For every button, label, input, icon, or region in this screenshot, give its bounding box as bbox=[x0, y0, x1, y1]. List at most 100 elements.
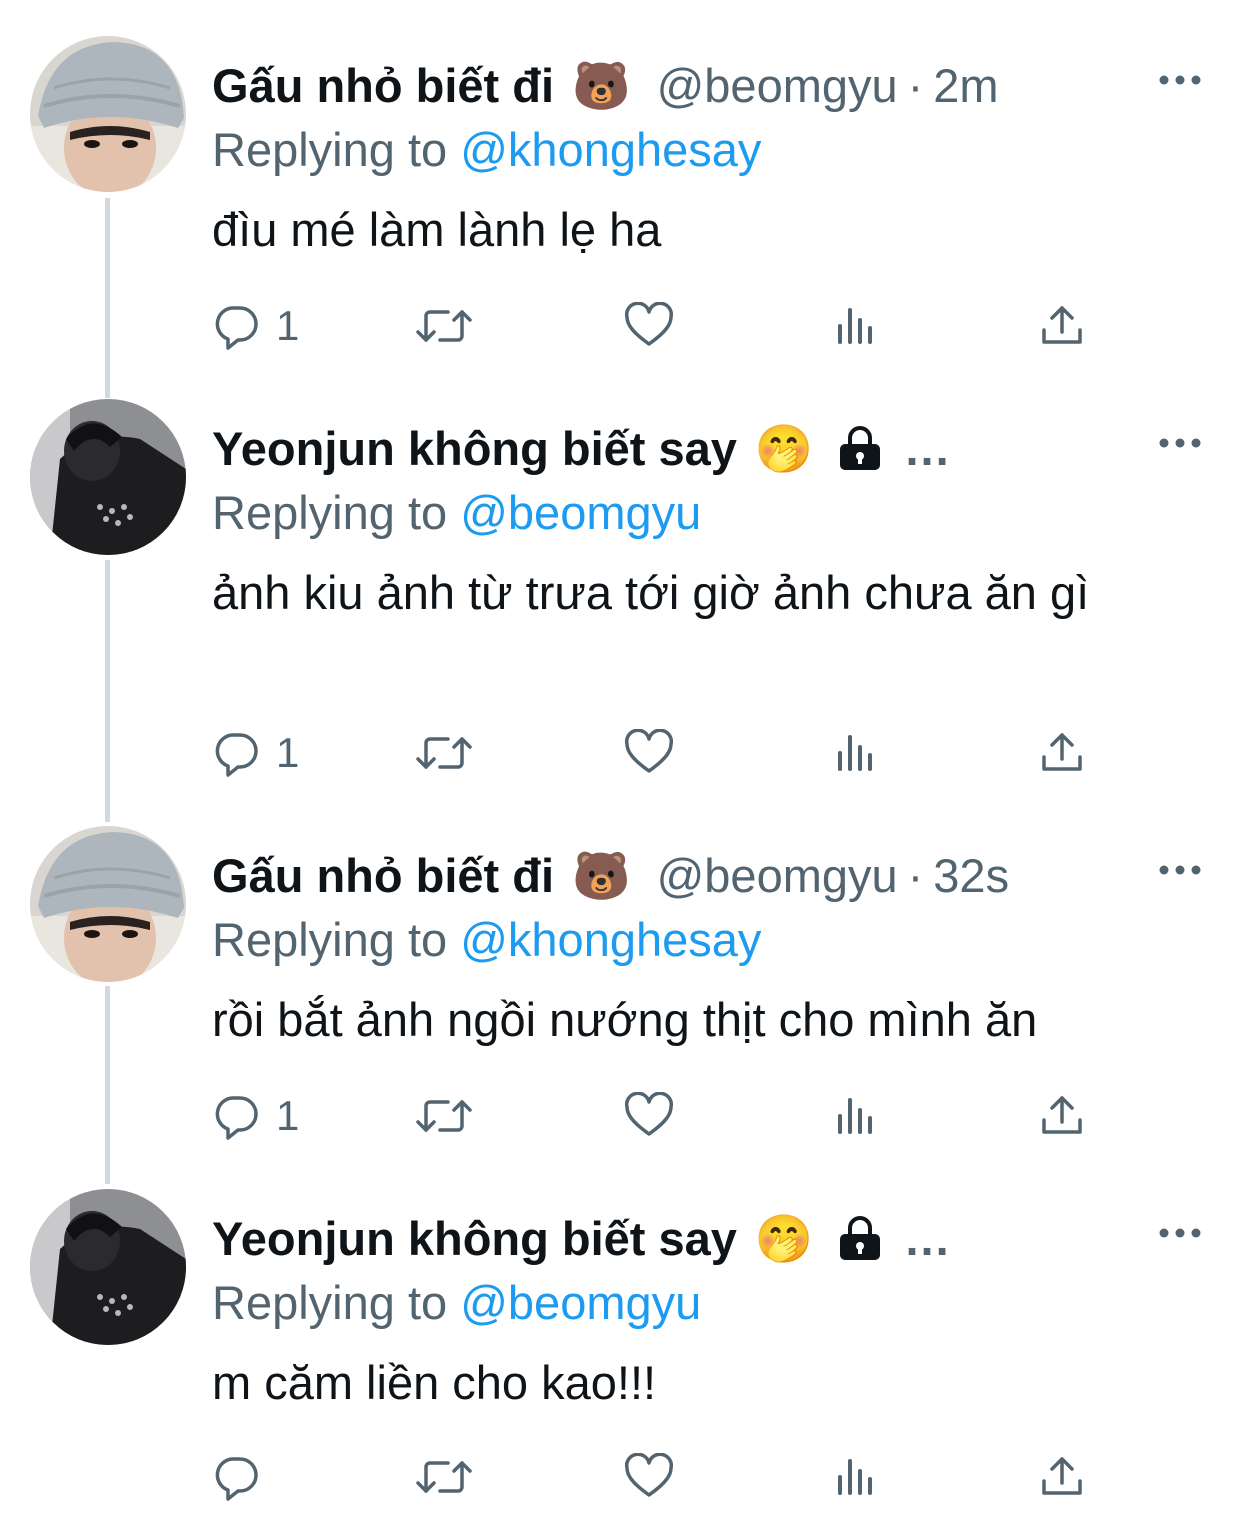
mention-link[interactable]: @beomgyu bbox=[460, 486, 701, 539]
name-truncation: ... bbox=[905, 422, 951, 475]
tweet[interactable]: Yeonjun không biết say 🤭 ... Replying to… bbox=[0, 1189, 1242, 1509]
tweet-header: Yeonjun không biết say 🤭 ... bbox=[212, 1207, 951, 1271]
tweet-text: m căm liền cho kao!!! bbox=[212, 1356, 657, 1409]
views-icon bbox=[838, 308, 872, 344]
avatar[interactable] bbox=[30, 36, 186, 192]
mention-link[interactable]: @beomgyu bbox=[460, 1276, 701, 1329]
user-handle[interactable]: @beomgyu bbox=[657, 54, 898, 118]
replying-to: Replying to @khonghesay bbox=[212, 118, 761, 182]
share-button[interactable] bbox=[1040, 1449, 1084, 1505]
display-name[interactable]: Gấu nhỏ biết đi bbox=[212, 54, 554, 118]
lock-icon bbox=[835, 424, 885, 474]
replying-label: Replying to bbox=[212, 486, 448, 539]
reply-icon bbox=[215, 1457, 258, 1501]
mention-link[interactable]: @khonghesay bbox=[460, 913, 761, 966]
action-bar: 1 bbox=[212, 298, 1112, 354]
tweet-header: Gấu nhỏ biết đi 🐻 @beomgyu · 32s bbox=[212, 844, 1009, 908]
retweet-button[interactable] bbox=[414, 725, 474, 781]
like-button[interactable] bbox=[624, 1449, 674, 1505]
replying-label: Replying to bbox=[212, 123, 448, 176]
avatar[interactable] bbox=[30, 1189, 186, 1345]
share-icon bbox=[1042, 1096, 1082, 1134]
avatar[interactable] bbox=[30, 826, 186, 982]
display-name[interactable]: Yeonjun không biết say bbox=[212, 1207, 737, 1271]
reply-count: 1 bbox=[276, 1092, 300, 1139]
like-icon bbox=[624, 1453, 674, 1497]
face-hand-over-mouth-emoji-icon: 🤭 bbox=[754, 1212, 814, 1265]
share-button[interactable] bbox=[1040, 725, 1084, 781]
share-button[interactable] bbox=[1040, 298, 1084, 354]
views-button[interactable] bbox=[834, 298, 878, 354]
views-button[interactable] bbox=[834, 1449, 878, 1505]
retweet-icon bbox=[416, 1461, 472, 1493]
share-icon bbox=[1042, 733, 1082, 771]
share-button[interactable] bbox=[1040, 1088, 1084, 1144]
reply-button[interactable]: 1 bbox=[212, 725, 299, 781]
mention-link[interactable]: @khonghesay bbox=[460, 123, 761, 176]
avatar-dark-photo bbox=[30, 1189, 186, 1345]
avatar-beanie-photo bbox=[30, 826, 186, 982]
retweet-button[interactable] bbox=[414, 298, 474, 354]
tweet-header: Yeonjun không biết say 🤭 ... bbox=[212, 417, 951, 481]
like-icon bbox=[624, 1092, 674, 1136]
replying-label: Replying to bbox=[212, 913, 448, 966]
views-icon bbox=[838, 1098, 872, 1134]
reply-button[interactable]: 1 bbox=[212, 298, 299, 354]
retweet-button[interactable] bbox=[414, 1449, 474, 1505]
timestamp[interactable]: 32s bbox=[933, 844, 1009, 908]
like-icon bbox=[624, 729, 674, 773]
display-name[interactable]: Yeonjun không biết say bbox=[212, 417, 737, 481]
tweet-text: ảnh kiu ảnh từ trưa tới giờ ảnh chưa ăn … bbox=[212, 566, 1090, 619]
retweet-icon bbox=[416, 737, 472, 769]
retweet-button[interactable] bbox=[414, 1088, 474, 1144]
retweet-icon bbox=[416, 310, 472, 342]
display-name[interactable]: Gấu nhỏ biết đi bbox=[212, 844, 554, 908]
timestamp[interactable]: 2m bbox=[933, 54, 998, 118]
separator-dot: · bbox=[907, 59, 924, 112]
more-options-icon[interactable] bbox=[1158, 433, 1202, 453]
replying-label: Replying to bbox=[212, 1276, 448, 1329]
user-handle[interactable]: @beomgyu bbox=[657, 844, 898, 908]
views-button[interactable] bbox=[834, 725, 878, 781]
retweet-icon bbox=[416, 1100, 472, 1132]
action-bar: 1 bbox=[212, 725, 1112, 781]
replying-to: Replying to @beomgyu bbox=[212, 1271, 701, 1335]
reply-button[interactable]: 1 bbox=[212, 1088, 299, 1144]
reply-icon bbox=[215, 306, 258, 350]
avatar[interactable] bbox=[30, 399, 186, 555]
replying-to: Replying to @khonghesay bbox=[212, 908, 761, 972]
tweet[interactable]: Gấu nhỏ biết đi 🐻 @beomgyu · 32s Replyin… bbox=[0, 826, 1242, 1156]
tweet-text: rồi bắt ảnh ngồi nướng thịt cho mình ăn bbox=[212, 993, 1038, 1046]
tweet[interactable]: Yeonjun không biết say 🤭 ... Replying to… bbox=[0, 399, 1242, 789]
like-button[interactable] bbox=[624, 725, 674, 781]
reply-icon bbox=[215, 733, 258, 777]
avatar-beanie-photo bbox=[30, 36, 186, 192]
reply-icon bbox=[215, 1096, 258, 1140]
reply-count: 1 bbox=[276, 729, 300, 776]
share-icon bbox=[1042, 1457, 1082, 1495]
more-options-icon[interactable] bbox=[1158, 860, 1202, 880]
avatar-dark-photo bbox=[30, 399, 186, 555]
bear-emoji-icon: 🐻 bbox=[572, 59, 631, 112]
name-truncation: ... bbox=[905, 1212, 951, 1265]
lock-icon bbox=[835, 1214, 885, 1264]
more-options-icon[interactable] bbox=[1158, 1223, 1202, 1243]
separator-dot: · bbox=[907, 849, 924, 902]
reply-button[interactable] bbox=[212, 1449, 276, 1505]
face-hand-over-mouth-emoji-icon: 🤭 bbox=[754, 422, 814, 475]
tweet-text: đìu mé làm lành lẹ ha bbox=[212, 203, 662, 256]
bear-emoji-icon: 🐻 bbox=[572, 849, 631, 902]
more-options-icon[interactable] bbox=[1158, 70, 1202, 90]
action-bar: 1 bbox=[212, 1088, 1112, 1144]
views-icon bbox=[838, 735, 872, 771]
reply-count: 1 bbox=[276, 302, 300, 349]
like-button[interactable] bbox=[624, 1088, 674, 1144]
action-bar bbox=[212, 1449, 1112, 1505]
share-icon bbox=[1042, 306, 1082, 344]
tweet[interactable]: Gấu nhỏ biết đi 🐻 @beomgyu · 2m Replying… bbox=[0, 36, 1242, 366]
views-button[interactable] bbox=[834, 1088, 878, 1144]
replying-to: Replying to @beomgyu bbox=[212, 481, 701, 545]
like-icon bbox=[624, 302, 674, 346]
like-button[interactable] bbox=[624, 298, 674, 354]
views-icon bbox=[838, 1459, 872, 1495]
